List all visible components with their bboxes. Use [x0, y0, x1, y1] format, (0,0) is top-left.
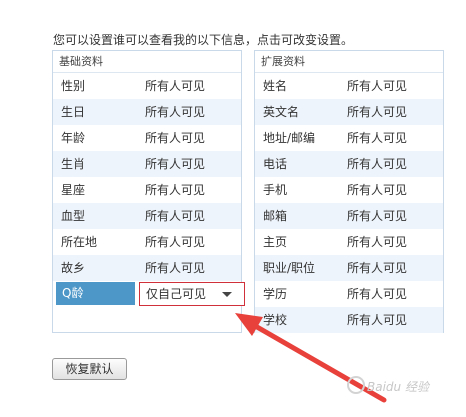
field-name: 手机 [263, 183, 288, 197]
field-name: 电话 [263, 157, 288, 171]
field-row-address[interactable]: 地址/邮编 所有人可见 [255, 125, 443, 151]
field-name: 学校 [263, 313, 288, 327]
field-name: 所在地 [61, 235, 98, 249]
baidu-watermark: Baidu 经验 [345, 370, 463, 410]
field-name: 职业/职位 [263, 261, 316, 275]
field-name: 生日 [61, 105, 86, 119]
field-row-birthday[interactable]: 生日 所有人可见 [53, 99, 241, 125]
field-row-occupation[interactable]: 职业/职位 所有人可见 [255, 255, 443, 281]
visibility-value[interactable]: 所有人可见 [145, 229, 205, 255]
field-row-blood-type[interactable]: 血型 所有人可见 [53, 203, 241, 229]
selected-field-label[interactable]: Q龄 [56, 282, 135, 305]
visibility-value[interactable]: 所有人可见 [145, 255, 205, 281]
visibility-value[interactable]: 所有人可见 [145, 99, 205, 125]
field-row-homepage[interactable]: 主页 所有人可见 [255, 229, 443, 255]
watermark-text: Baidu 经验 [367, 380, 429, 394]
visibility-value[interactable]: 所有人可见 [347, 99, 407, 125]
chevron-down-icon[interactable] [222, 292, 232, 297]
intro-text: 您可以设置谁可以查看我的以下信息，点击可改变设置。 [53, 33, 354, 47]
field-row-location[interactable]: 所在地 所有人可见 [53, 229, 241, 255]
field-name: 学历 [263, 287, 288, 301]
visibility-value[interactable]: 所有人可见 [145, 125, 205, 151]
field-row-age[interactable]: 年龄 所有人可见 [53, 125, 241, 151]
visibility-value[interactable]: 所有人可见 [347, 73, 407, 99]
dropdown-value: 仅自己可见 [146, 287, 207, 301]
field-name: 性别 [61, 79, 86, 93]
field-name: 星座 [61, 183, 86, 197]
field-row-phone[interactable]: 电话 所有人可见 [255, 151, 443, 177]
visibility-value[interactable]: 所有人可见 [145, 151, 205, 177]
field-name: 故乡 [61, 261, 86, 275]
field-row-mobile[interactable]: 手机 所有人可见 [255, 177, 443, 203]
field-row-email[interactable]: 邮箱 所有人可见 [255, 203, 443, 229]
reset-defaults-button[interactable]: 恢复默认 [52, 358, 127, 380]
extended-info-panel: 扩展资料 姓名 所有人可见 英文名 所有人可见 地址/邮编 所有人可见 电话 所… [254, 50, 444, 333]
visibility-value[interactable]: 所有人可见 [347, 125, 407, 151]
field-name: 地址/邮编 [263, 131, 316, 145]
field-row-name[interactable]: 姓名 所有人可见 [255, 73, 443, 99]
visibility-value[interactable]: 所有人可见 [347, 307, 407, 333]
basic-info-header: 基础资料 [53, 51, 241, 73]
visibility-value[interactable]: 所有人可见 [347, 177, 407, 203]
field-name: 姓名 [263, 79, 288, 93]
field-row-school[interactable]: 学校 所有人可见 [255, 307, 443, 333]
visibility-dropdown[interactable]: 仅自己可见 [139, 282, 245, 306]
visibility-value[interactable]: 所有人可见 [145, 203, 205, 229]
visibility-value[interactable]: 所有人可见 [347, 151, 407, 177]
field-name: 血型 [61, 209, 86, 223]
field-row-english-name[interactable]: 英文名 所有人可见 [255, 99, 443, 125]
field-row-zodiac-animal[interactable]: 生肖 所有人可见 [53, 151, 241, 177]
visibility-value[interactable]: 所有人可见 [347, 281, 407, 307]
field-row-hometown[interactable]: 故乡 所有人可见 [53, 255, 241, 281]
extended-info-header: 扩展资料 [255, 51, 443, 73]
field-name: 主页 [263, 235, 288, 249]
field-row-constellation[interactable]: 星座 所有人可见 [53, 177, 241, 203]
field-name: 年龄 [61, 131, 86, 145]
visibility-value[interactable]: 所有人可见 [145, 177, 205, 203]
field-name: 生肖 [61, 157, 86, 171]
baidu-paw-icon [347, 376, 365, 394]
field-name: 邮箱 [263, 209, 288, 223]
basic-info-panel: 基础资料 性别 所有人可见 生日 所有人可见 年龄 所有人可见 生肖 所有人可见… [52, 50, 245, 333]
field-row-education[interactable]: 学历 所有人可见 [255, 281, 443, 307]
field-row-q-age[interactable]: Q龄 仅自己可见 [53, 281, 245, 307]
visibility-value[interactable]: 所有人可见 [347, 229, 407, 255]
field-row-gender[interactable]: 性别 所有人可见 [53, 73, 241, 99]
privacy-settings-dialog: 您可以设置谁可以查看我的以下信息，点击可改变设置。 基础资料 性别 所有人可见 … [0, 0, 466, 417]
visibility-value[interactable]: 所有人可见 [347, 203, 407, 229]
field-name: 英文名 [263, 105, 300, 119]
visibility-value[interactable]: 所有人可见 [347, 255, 407, 281]
visibility-value[interactable]: 所有人可见 [145, 73, 205, 99]
